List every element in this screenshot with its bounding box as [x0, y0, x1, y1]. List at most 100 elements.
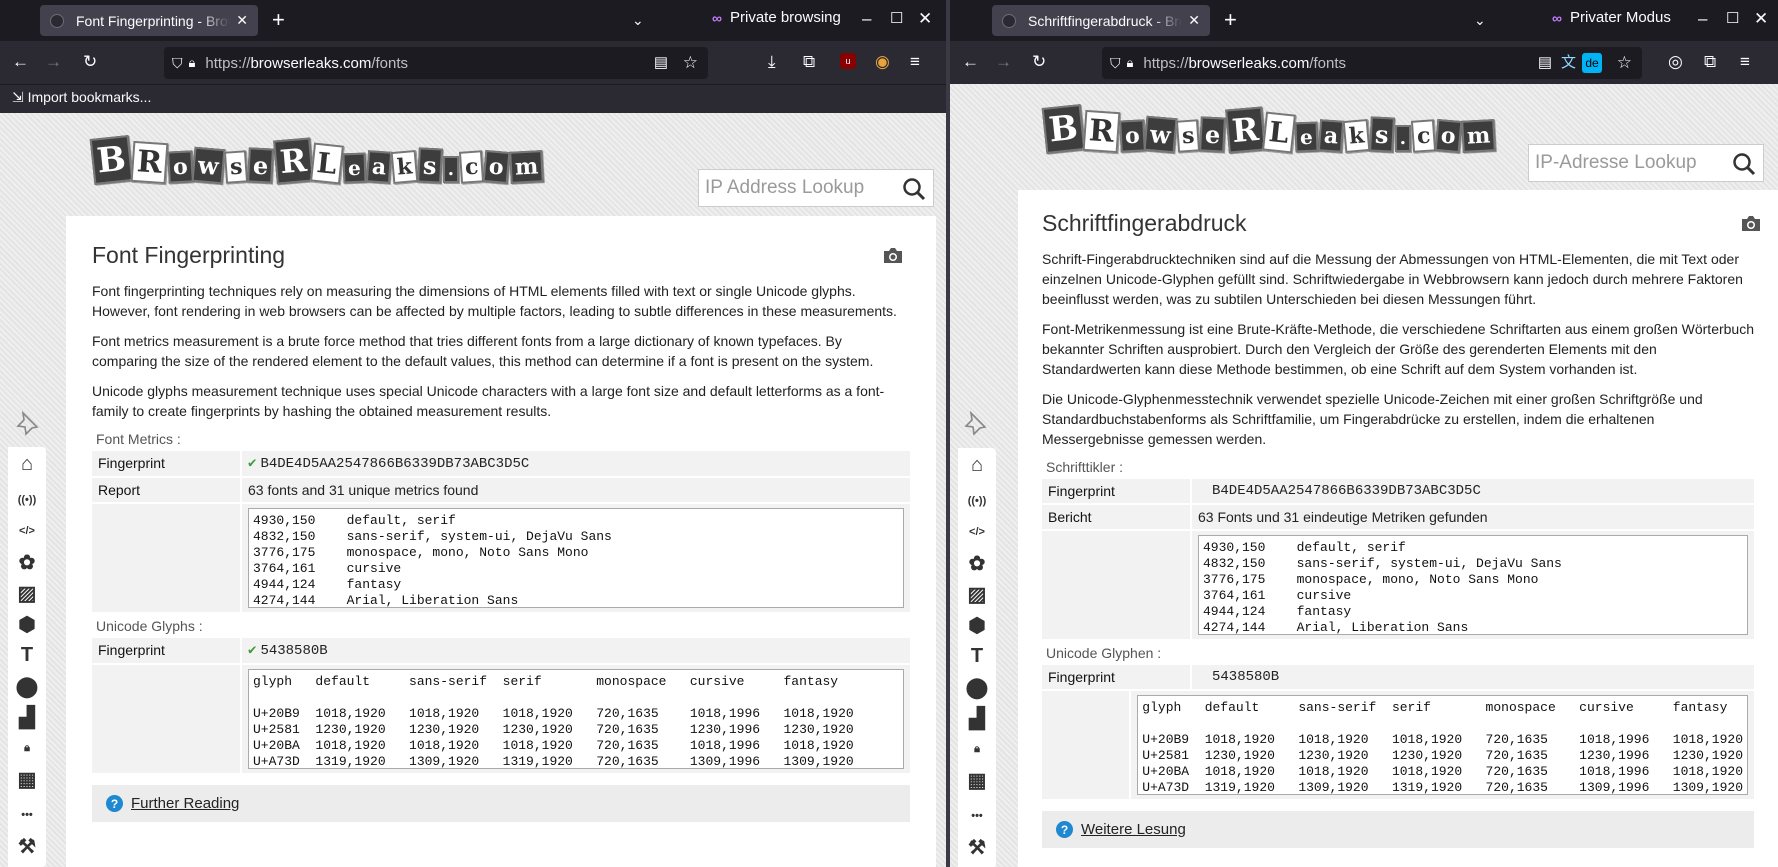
new-tab-icon[interactable]: + [1224, 9, 1237, 31]
unicode-glyphs-textarea[interactable]: glyph default sans-serif serif monospace… [248, 669, 904, 769]
fingerprint-label: Fingerprint [1042, 479, 1192, 503]
further-reading-link[interactable]: Further Reading [131, 795, 239, 812]
reload-icon[interactable]: ↻ [83, 52, 97, 72]
cube-icon[interactable]: ⬢ [958, 611, 996, 639]
flower-icon[interactable]: ✿ [958, 549, 996, 577]
intro-paragraph-2: Font metrics measurement is a brute forc… [92, 333, 874, 369]
reader-view-icon[interactable]: ▤ [654, 53, 668, 73]
minimize-icon[interactable]: – [1698, 9, 1707, 29]
lock-icon[interactable]: 🔒︎ [189, 53, 196, 73]
bookmark-star-icon[interactable]: ☆ [683, 53, 698, 73]
url-path: /fonts [371, 54, 409, 72]
code-icon[interactable]: </> [958, 518, 996, 546]
more-icon[interactable]: ••• [8, 801, 46, 829]
lock-icon[interactable]: 🔒︎ [1127, 53, 1134, 73]
account-icon[interactable]: ◎ [1668, 52, 1683, 72]
downloads-icon[interactable]: ⤓ [768, 52, 776, 72]
camera-icon[interactable] [1740, 214, 1762, 232]
forward-icon[interactable]: → [45, 52, 62, 72]
search-icon[interactable] [1731, 151, 1757, 177]
maximize-icon[interactable]: ☐ [890, 9, 903, 29]
flower-icon[interactable]: ✿ [8, 548, 46, 576]
ip-lookup-search[interactable]: IP Address Lookup [698, 169, 934, 207]
extensions-icon[interactable]: ⧉ [1704, 52, 1716, 72]
home-icon[interactable]: ⌂ [958, 451, 996, 479]
private-browsing-label: Privater Modus [1569, 9, 1671, 26]
reload-icon[interactable]: ↻ [1032, 52, 1046, 72]
browserleaks-logo[interactable]: BRowseRLeaks.com [89, 135, 545, 185]
unicode-glyphs-textarea[interactable]: glyph default sans-serif serif monospace… [1137, 695, 1748, 795]
app-menu-icon[interactable]: ≡ [910, 52, 920, 72]
logo-letter: o [166, 150, 194, 184]
ublock-icon[interactable]: u [840, 53, 856, 69]
reader-view-icon[interactable]: ▤ [1538, 53, 1552, 73]
list-all-tabs-chevron-icon[interactable]: ⌄ [632, 10, 644, 30]
url-bar[interactable]: ⛉ 🔒︎ https://browserleaks.com/fonts ▤ 文 … [1102, 47, 1642, 79]
tools-icon[interactable]: ⚒ [8, 832, 46, 860]
maximize-icon[interactable]: ☐ [1726, 9, 1739, 29]
fingerprint-label: Fingerprint [92, 638, 242, 663]
fingerprint-label: Fingerprint [92, 451, 242, 476]
further-reading-link[interactable]: Weitere Lesung [1081, 821, 1186, 838]
pin-sidebar-icon[interactable] [14, 409, 44, 439]
browserleaks-logo[interactable]: BRowseRLeaks.com [1041, 104, 1497, 154]
broadcast-icon[interactable]: ((•)) [958, 487, 996, 515]
extension-cookie-icon[interactable]: ◉ [875, 52, 890, 72]
image-icon[interactable]: ▨ [958, 580, 996, 608]
cube-icon[interactable]: ⬢ [8, 610, 46, 638]
pin-sidebar-icon[interactable] [962, 409, 992, 439]
close-tab-icon[interactable]: ✕ [236, 12, 248, 29]
tab-font-fingerprinting[interactable]: Font Fingerprinting - Browser ✕ [40, 5, 258, 36]
back-icon[interactable]: ← [962, 52, 979, 72]
close-tab-icon[interactable]: ✕ [1188, 12, 1200, 29]
favicon-icon [50, 13, 64, 28]
location-pin-icon[interactable]: ⬤ [8, 672, 46, 700]
search-placeholder: IP-Adresse Lookup [1535, 152, 1697, 173]
import-bookmarks-link[interactable]: Import bookmarks... [28, 89, 152, 105]
lock-icon[interactable]: 🔒︎ [958, 735, 996, 763]
ip-lookup-search[interactable]: IP-Adresse Lookup [1528, 144, 1764, 182]
location-pin-icon[interactable]: ⬤ [958, 673, 996, 701]
wall-icon[interactable]: ▦ [8, 765, 46, 793]
sidebar: ⌂ ((•)) </> ✿ ▨ ⬢ T ⬤ ▟ 🔒︎ ▦ ••• ⚒ [958, 448, 996, 867]
glyphs-row: glyph default sans-serif serif monospace… [1042, 691, 1754, 799]
lock-icon[interactable]: 🔒︎ [8, 734, 46, 762]
font-metrics-textarea[interactable]: 4930,150 default, serif 4832,150 sans-se… [1198, 535, 1748, 635]
logo-letter: e [342, 152, 367, 184]
broadcast-icon[interactable]: ((•)) [8, 486, 46, 514]
app-menu-icon[interactable]: ≡ [1740, 52, 1750, 72]
new-tab-icon[interactable]: + [272, 9, 285, 31]
translate-language-badge[interactable]: de [1582, 53, 1602, 73]
wall-icon[interactable]: ▦ [958, 766, 996, 794]
tab-title: Schriftfingerabdruck - Browser [1028, 12, 1182, 29]
text-cursor-icon[interactable]: T [958, 642, 996, 670]
forward-icon[interactable]: → [995, 52, 1012, 72]
minimize-icon[interactable]: – [862, 9, 871, 29]
logo-letter: c [1410, 119, 1437, 153]
stairs-icon[interactable]: ▟ [8, 703, 46, 731]
more-icon[interactable]: ••• [958, 802, 996, 830]
list-all-tabs-chevron-icon[interactable]: ⌄ [1474, 10, 1486, 30]
tab-schriftfingerabdruck[interactable]: Schriftfingerabdruck - Browser ✕ [992, 5, 1210, 36]
extensions-icon[interactable]: ⧉ [803, 52, 815, 72]
logo-letter: e [1199, 116, 1227, 153]
bookmark-star-icon[interactable]: ☆ [1617, 53, 1632, 73]
search-icon[interactable] [901, 176, 927, 202]
font-metrics-textarea[interactable]: 4930,150 default, serif 4832,150 sans-se… [248, 508, 904, 608]
close-window-icon[interactable]: ✕ [1754, 9, 1768, 29]
back-icon[interactable]: ← [12, 52, 29, 72]
code-icon[interactable]: </> [8, 517, 46, 545]
home-icon[interactable]: ⌂ [8, 450, 46, 478]
url-bar[interactable]: ⛉ 🔒︎ https://browserleaks.com/fonts ▤ ☆ [164, 47, 708, 79]
stairs-icon[interactable]: ▟ [958, 704, 996, 732]
tracking-shield-icon[interactable]: ⛉ [172, 53, 183, 73]
text-cursor-icon[interactable]: T [8, 641, 46, 669]
camera-icon[interactable] [882, 246, 904, 264]
tracking-shield-icon[interactable]: ⛉ [1110, 53, 1121, 73]
image-icon[interactable]: ▨ [8, 579, 46, 607]
tools-icon[interactable]: ⚒ [958, 833, 996, 861]
close-window-icon[interactable]: ✕ [918, 9, 932, 29]
translate-icon[interactable]: 文 [1561, 53, 1576, 73]
url-scheme: https:// [205, 54, 251, 72]
import-icon[interactable]: ⇲ [12, 89, 24, 105]
